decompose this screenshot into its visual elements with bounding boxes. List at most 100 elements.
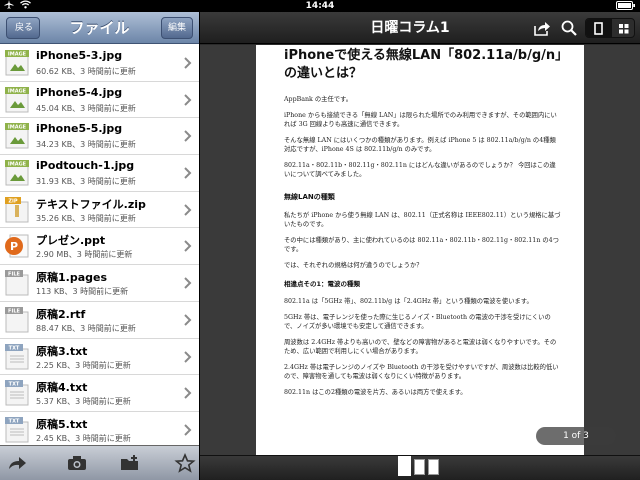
file-row[interactable]: IMAGE iPhone5-4.jpg 45.04 KB、3 時間前に更新 <box>0 82 199 119</box>
intro-paragraph: AppBank の主任です。 <box>284 96 353 103</box>
chevron-right-icon <box>184 314 192 326</box>
file-row[interactable]: ZIP テキストファイル.zip 35.26 KB、3 時間前に更新 <box>0 192 199 229</box>
edit-button[interactable]: 編集 <box>160 17 193 39</box>
subsection-paragraphs: 802.11a は「5GHz 帯」、802.11b/g は「2.4GHz 帯」と… <box>284 297 562 397</box>
file-row[interactable]: P プレゼン.ppt 2.90 MB、3 時間前に更新 <box>0 228 199 266</box>
powerpoint-file-icon: P <box>5 234 29 258</box>
document-viewer[interactable]: iPhoneで使える無線LAN「802.11a/b/g/n」の違いとは？ App… <box>200 45 640 455</box>
grid-view-button[interactable] <box>611 19 634 37</box>
file-panel-toolbar <box>0 445 199 480</box>
file-name: プレゼン.ppt <box>36 234 106 248</box>
image-file-icon: IMAGE <box>5 50 29 76</box>
file-name: iPhone5-4.jpg <box>36 85 123 99</box>
text-file-icon: TXT <box>5 416 29 443</box>
page-indicator: 1 of 3 <box>536 427 616 445</box>
image-file-icon: IMAGE <box>5 123 29 149</box>
svg-text:P: P <box>10 240 18 253</box>
svg-text:TXT: TXT <box>9 418 20 424</box>
file-row[interactable]: FILE 原稿1.pages 113 KB、3 時間前に更新 <box>0 265 199 302</box>
zip-file-icon: ZIP <box>5 196 29 223</box>
grid-view-icon <box>619 24 629 34</box>
document-page[interactable]: iPhoneで使える無線LAN「802.11a/b/g/n」の違いとは？ App… <box>256 45 584 455</box>
document-toolbar: 日曜コラム1 <box>200 12 640 44</box>
section-heading: 無線LANの種類 <box>284 192 335 201</box>
chevron-right-icon <box>184 93 192 106</box>
section-paragraph: その中には種類があり、主に使われているのは 802.11a・802.11b・80… <box>284 236 559 254</box>
file-name: 原稿4.txt <box>36 381 88 395</box>
chevron-right-icon <box>184 204 192 216</box>
file-name: 原稿3.txt <box>36 344 88 358</box>
svg-text:TXT: TXT <box>9 382 20 388</box>
file-meta: 34.23 KB、3 時間前に更新 <box>36 140 136 150</box>
svg-text:FILE: FILE <box>8 308 20 314</box>
svg-text:IMAGE: IMAGE <box>8 162 27 168</box>
generic-file-icon: FILE <box>5 306 29 333</box>
intro-paragraph: iPhone からも接続できる「無線 LAN」は限られた場所でのみ利用できますが… <box>284 111 557 129</box>
single-page-view-button[interactable] <box>586 19 611 37</box>
svg-text:ZIP: ZIP <box>8 198 17 204</box>
file-meta: 2.45 KB、3 時間前に更新 <box>36 433 131 443</box>
page-thumbnail-1[interactable] <box>398 456 411 476</box>
svg-text:IMAGE: IMAGE <box>8 52 27 58</box>
file-meta: 88.47 KB、3 時間前に更新 <box>36 323 136 333</box>
file-name: iPhone5-5.jpg <box>36 122 123 136</box>
file-name: iPodtouch-1.jpg <box>36 159 135 173</box>
file-row[interactable]: TXT 原稿5.txt 2.45 KB、3 時間前に更新 <box>0 412 199 449</box>
file-row[interactable]: IMAGE iPodtouch-1.jpg 31.93 KB、3 時間前に更新 <box>0 155 199 192</box>
file-panel-header: ファイル 戻る 編集 <box>0 12 199 44</box>
share-arrow-icon[interactable] <box>6 453 28 473</box>
page-thumbnail-3[interactable] <box>428 459 439 475</box>
file-meta: 2.25 KB、3 時間前に更新 <box>36 360 131 370</box>
file-meta: 35.26 KB、3 時間前に更新 <box>36 213 136 223</box>
svg-text:FILE: FILE <box>8 272 20 278</box>
search-icon[interactable] <box>560 19 578 37</box>
text-file-icon: TXT <box>5 380 29 406</box>
status-bar: 14:44 <box>0 0 640 12</box>
single-page-view-icon <box>594 22 603 35</box>
document-heading: iPhoneで使える無線LAN「802.11a/b/g/n」の違いとは？ <box>284 48 562 81</box>
file-name: 原稿5.txt <box>36 417 88 431</box>
file-meta: 31.93 KB、3 時間前に更新 <box>36 177 136 187</box>
share-icon[interactable] <box>533 19 551 37</box>
image-file-icon: IMAGE <box>5 160 29 186</box>
file-row[interactable]: IMAGE iPhone5-5.jpg 34.23 KB、3 時間前に更新 <box>0 118 199 156</box>
section-paragraph: では、それぞれの規格は何が違うのでしょうか？ <box>284 261 423 269</box>
file-meta: 5.37 KB、3 時間前に更新 <box>36 397 131 407</box>
file-name: 原稿2.rtf <box>36 307 86 321</box>
file-name: テキストファイル.zip <box>36 197 146 211</box>
camera-icon[interactable] <box>66 453 88 473</box>
chevron-right-icon <box>184 277 192 289</box>
chevron-right-icon <box>184 130 192 143</box>
subsection-paragraph: 802.11n はこの2種類の電波を片方、あるいは両方で使えます。 <box>284 388 467 396</box>
file-row[interactable]: TXT 原稿4.txt 5.37 KB、3 時間前に更新 <box>0 375 199 412</box>
file-name: iPhone5-3.jpg <box>36 49 123 62</box>
chevron-right-icon <box>184 240 192 253</box>
subsection-paragraph: 2.4GHz 帯は電子レンジのノイズや Bluetooth の干渉を受けやすいで… <box>284 363 559 381</box>
add-folder-icon[interactable] <box>119 453 141 473</box>
svg-text:TXT: TXT <box>9 345 20 351</box>
file-row[interactable]: FILE 原稿2.rtf 88.47 KB、3 時間前に更新 <box>0 302 199 339</box>
file-meta: 2.90 MB、3 時間前に更新 <box>36 250 133 260</box>
intro-paragraph: 802.11a・802.11b・802.11g・802.11n にはどんな違いが… <box>284 161 556 179</box>
status-time: 14:44 <box>305 1 335 11</box>
file-name: 原稿1.pages <box>36 271 108 285</box>
page-thumbnail-2[interactable] <box>414 459 425 475</box>
file-row[interactable]: IMAGE iPhone5-3.jpg 60.62 KB、3 時間前に更新 <box>0 45 199 82</box>
svg-text:IMAGE: IMAGE <box>8 125 27 131</box>
chevron-right-icon <box>184 167 192 179</box>
image-file-icon: IMAGE <box>5 86 29 113</box>
view-mode-segmented-control <box>585 18 635 38</box>
intro-paragraph: そんな無線 LAN にはいくつかの種類があります。例えば iPhone 5 は … <box>284 136 556 154</box>
section-paragraph: 私たちが iPhone から使う無線 LAN は、802.11（正式名称は IE… <box>284 211 561 229</box>
text-file-icon: TXT <box>5 343 29 369</box>
subsection-paragraph: 周波数は 2.4GHz 帯よりも高いので、壁などの障害物があると電波は弱くなりや… <box>284 338 557 356</box>
back-button[interactable]: 戻る <box>6 17 41 39</box>
star-icon[interactable] <box>174 453 196 473</box>
subheading: 相違点その1：電波の種類 <box>284 280 361 288</box>
file-meta: 113 KB、3 時間前に更新 <box>36 287 129 297</box>
chevron-right-icon <box>184 387 192 399</box>
intro-paragraphs: AppBank の主任です。 iPhone からも接続できる「無線 LAN」は限ら… <box>284 95 562 180</box>
chevron-right-icon <box>184 424 192 436</box>
file-row[interactable]: TXT 原稿3.txt 2.25 KB、3 時間前に更新 <box>0 339 199 376</box>
file-meta: 45.04 KB、3 時間前に更新 <box>36 103 136 113</box>
